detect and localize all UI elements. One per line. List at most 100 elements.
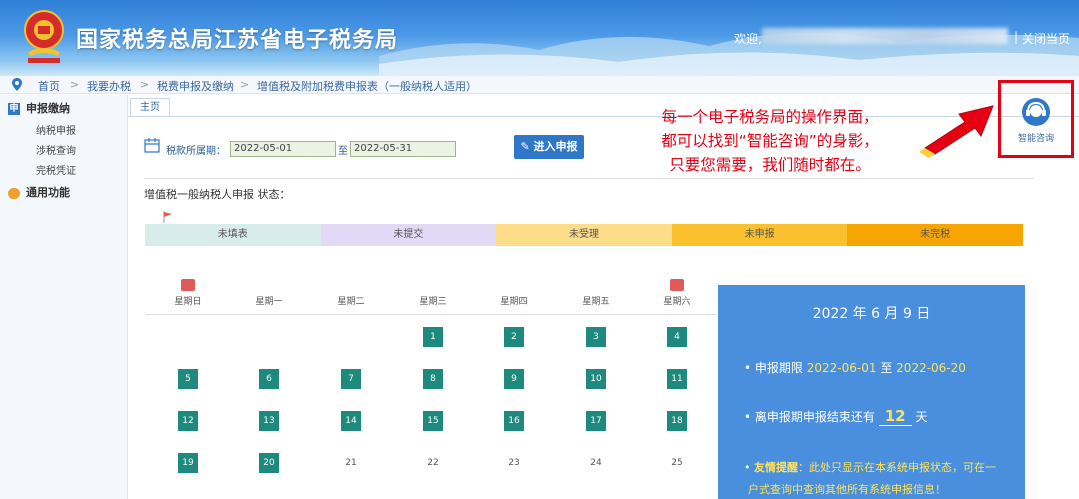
breadcrumb-tax[interactable]: 我要办税 <box>87 78 131 94</box>
declare-icon: 申 <box>8 103 20 115</box>
info-period-start: 2022-06-01 <box>806 361 877 375</box>
info-remaining-prefix: 离申报期申报结束还有 <box>754 410 875 424</box>
period-to-label: 至 <box>338 146 348 157</box>
calendar-day[interactable]: 13 <box>259 411 279 431</box>
calendar-day[interactable]: 15 <box>423 411 443 431</box>
calendar-day[interactable]: 5 <box>178 369 198 389</box>
calendar-day[interactable]: 7 <box>341 369 361 389</box>
info-tip-line2: 户式查询中查询其他所有系统申报信息！ <box>748 481 946 497</box>
breadcrumb: 首页 > 我要办税 > 税费申报及缴纳 > 增值税及附加税费申报表（一般纳税人适… <box>0 76 1079 94</box>
sidebar-section-label: 通用功能 <box>26 186 70 199</box>
sidebar-item-tax-certificate[interactable]: 完税凭证 <box>36 162 76 177</box>
sidebar-section-label: 申报缴纳 <box>26 102 70 115</box>
calendar-day[interactable]: 23 <box>504 453 524 473</box>
calendar-day[interactable]: 17 <box>586 411 606 431</box>
declare-info-panel: 2022 年 6 月 9 日 • 申报期限 2022-06-01 至 2022-… <box>718 285 1025 499</box>
calendar-day[interactable]: 4 <box>667 327 687 347</box>
enter-declare-label: 进入申报 <box>533 140 578 153</box>
sidebar-section-common[interactable]: 通用功能 <box>8 184 70 200</box>
enter-declare-button[interactable]: ✎ 进入申报 <box>514 135 584 159</box>
tax-emblem-icon <box>24 10 64 63</box>
sidebar-item-tax-query[interactable]: 涉税查询 <box>36 142 76 157</box>
calendar-weekday: 星期三 <box>419 297 447 307</box>
mountain-background <box>379 32 1079 76</box>
promo-annotation: 每一个电子税务局的操作界面， 都可以找到“智能咨询”的身影， 只要您需要，我们随… <box>600 105 940 177</box>
annotation-line-2: 都可以找到“智能咨询”的身影， <box>661 132 879 150</box>
welcome-text: 欢迎, <box>734 32 762 46</box>
calendar-day[interactable]: 9 <box>504 369 524 389</box>
calendar-day[interactable]: 22 <box>423 453 443 473</box>
annotation-line-3: 只要您需要，我们随时都在。 <box>669 156 871 174</box>
info-tip: • 友情提醒：此处只显示在本系统申报状态，可在一 <box>744 461 996 474</box>
calendar-day[interactable]: 1 <box>423 327 443 347</box>
breadcrumb-sep: > <box>70 78 80 91</box>
calendar-weekday: 星期二 <box>337 297 365 307</box>
smart-consult-label: 智能咨询 <box>1017 134 1054 144</box>
status-segment: 未申报 <box>671 224 848 246</box>
smart-consult-button[interactable]: 智能咨询 <box>1011 97 1061 147</box>
headset-assistant-icon <box>1022 98 1050 126</box>
calendar-day[interactable]: 8 <box>423 369 443 389</box>
info-remaining: • 离申报期申报结束还有 12 天 <box>744 407 928 426</box>
status-bar: 未填表 未提交 未受理 未申报 未完税 <box>145 224 1023 246</box>
header-separator: | <box>1014 30 1019 44</box>
breadcrumb-home[interactable]: 首页 <box>38 78 60 94</box>
sidebar: 申申报缴纳 纳税申报 涉税查询 完税凭证 通用功能 <box>0 95 128 499</box>
site-title: 国家税务总局江苏省电子税务局 <box>76 28 399 53</box>
info-date: 2022 年 6 月 9 日 <box>812 306 931 322</box>
status-segment: 未填表 <box>145 224 321 246</box>
calendar-day[interactable]: 6 <box>259 369 279 389</box>
calendar-marker-icon <box>181 279 195 291</box>
info-remaining-suffix: 天 <box>915 410 928 424</box>
calendar-weekday: 星期日 <box>174 297 202 307</box>
period-start-input[interactable]: 2022-05-01 <box>230 141 336 157</box>
calendar-icon <box>144 138 160 153</box>
breadcrumb-declare[interactable]: 税费申报及缴纳 <box>157 78 234 94</box>
period-end-input[interactable]: 2022-05-31 <box>350 141 456 157</box>
info-tip-label: 友情提醒 <box>754 461 798 474</box>
location-pin-icon <box>12 78 22 91</box>
calendar-weekday: 星期一 <box>255 297 283 307</box>
calendar-day[interactable]: 25 <box>667 453 687 473</box>
status-segment: 未提交 <box>320 224 497 246</box>
calendar-divider <box>146 314 716 315</box>
sidebar-item-tax-declare[interactable]: 纳税申报 <box>36 122 76 137</box>
calendar-day[interactable]: 14 <box>341 411 361 431</box>
info-period: • 申报期限 2022-06-01 至 2022-06-20 <box>744 361 966 375</box>
calendar-day[interactable]: 24 <box>586 453 606 473</box>
pencil-icon: ✎ <box>520 140 530 153</box>
calendar-day[interactable]: 10 <box>586 369 606 389</box>
info-tip-text: ：此处只显示在本系统申报状态，可在一 <box>798 461 996 474</box>
calendar-day[interactable]: 3 <box>586 327 606 347</box>
calendar-day[interactable]: 19 <box>178 453 198 473</box>
info-remaining-days: 12 <box>878 407 912 426</box>
smart-consult-highlight: 智能咨询 <box>998 80 1074 158</box>
sidebar-section-declare[interactable]: 申申报缴纳 <box>8 100 70 116</box>
chat-bubble-icon <box>8 187 20 199</box>
calendar-day[interactable]: 21 <box>341 453 361 473</box>
section-divider <box>144 178 1034 179</box>
status-title: 增值税一般纳税人申报 状态： <box>144 188 291 201</box>
tab-home[interactable]: 主页 <box>130 98 170 116</box>
calendar-day[interactable]: 18 <box>667 411 687 431</box>
calendar-day[interactable]: 12 <box>178 411 198 431</box>
annotation-line-1: 每一个电子税务局的操作界面， <box>661 108 879 126</box>
red-arrow-icon <box>919 105 994 158</box>
calendar-day[interactable]: 16 <box>504 411 524 431</box>
status-segment: 未受理 <box>496 224 672 246</box>
calendar-day[interactable]: 2 <box>504 327 524 347</box>
status-segment: 未完税 <box>847 224 1023 246</box>
calendar-day[interactable]: 11 <box>667 369 687 389</box>
info-period-end: 2022-06-20 <box>896 361 966 375</box>
calendar-day[interactable]: 20 <box>259 453 279 473</box>
calendar-weekday: 星期六 <box>663 297 691 307</box>
period-label: 税款所属期： <box>166 146 226 157</box>
calendar-marker-icon <box>670 279 684 291</box>
info-period-to: 至 <box>880 361 893 375</box>
breadcrumb-current: 增值税及附加税费申报表（一般纳税人适用） <box>257 80 477 93</box>
site-header: 国家税务总局江苏省电子税务局 欢迎, | 关闭当页 <box>0 0 1079 76</box>
calendar-weekday: 星期五 <box>582 297 610 307</box>
calendar-weekday: 星期四 <box>500 297 528 307</box>
close-page-link[interactable]: 关闭当页 <box>1022 30 1070 47</box>
info-period-label: 申报期限 <box>754 361 803 375</box>
